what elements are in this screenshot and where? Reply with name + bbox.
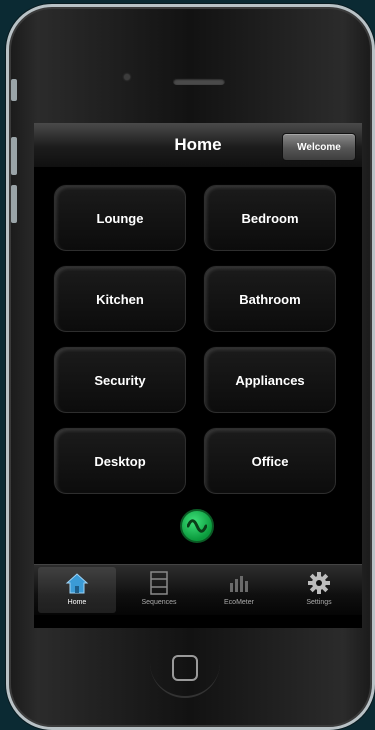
tab-home[interactable]: Home — [38, 567, 116, 613]
room-button-desktop[interactable]: Desktop — [54, 428, 186, 494]
tab-label-settings: Settings — [306, 599, 332, 606]
tab-settings[interactable]: Settings — [280, 567, 358, 613]
tab-label-sequences: Sequences — [141, 599, 177, 606]
film-strip-icon — [146, 570, 172, 596]
navigation-bar: Home Welcome — [34, 123, 362, 168]
app-screen: Home Welcome Lounge Bedroom Kitchen Bath… — [34, 123, 362, 628]
volume-up-button — [11, 137, 17, 175]
tab-ecometer[interactable]: EcoMeter — [200, 567, 278, 613]
earpiece-speaker — [173, 78, 225, 85]
tab-sequences[interactable]: Sequences — [120, 567, 198, 613]
hardware-home-button[interactable] — [172, 655, 198, 681]
room-button-security[interactable]: Security — [54, 347, 186, 413]
tab-label-home: Home — [67, 599, 87, 606]
room-button-office[interactable]: Office — [204, 428, 336, 494]
mute-switch — [11, 79, 17, 101]
room-button-bedroom[interactable]: Bedroom — [204, 185, 336, 251]
tab-label-ecometer: EcoMeter — [224, 599, 254, 606]
room-button-bathroom[interactable]: Bathroom — [204, 266, 336, 332]
room-button-appliances[interactable]: Appliances — [204, 347, 336, 413]
room-button-kitchen[interactable]: Kitchen — [54, 266, 186, 332]
power-on-icon[interactable] — [180, 509, 214, 543]
welcome-button[interactable]: Welcome — [282, 133, 356, 161]
room-button-lounge[interactable]: Lounge — [54, 185, 186, 251]
volume-down-button — [11, 185, 17, 223]
tab-bar: Home Sequences EcoMeter Settings — [34, 564, 362, 615]
bar-chart-icon — [226, 570, 252, 596]
home-icon — [64, 570, 90, 596]
gear-icon — [306, 570, 332, 596]
front-camera — [124, 74, 130, 80]
